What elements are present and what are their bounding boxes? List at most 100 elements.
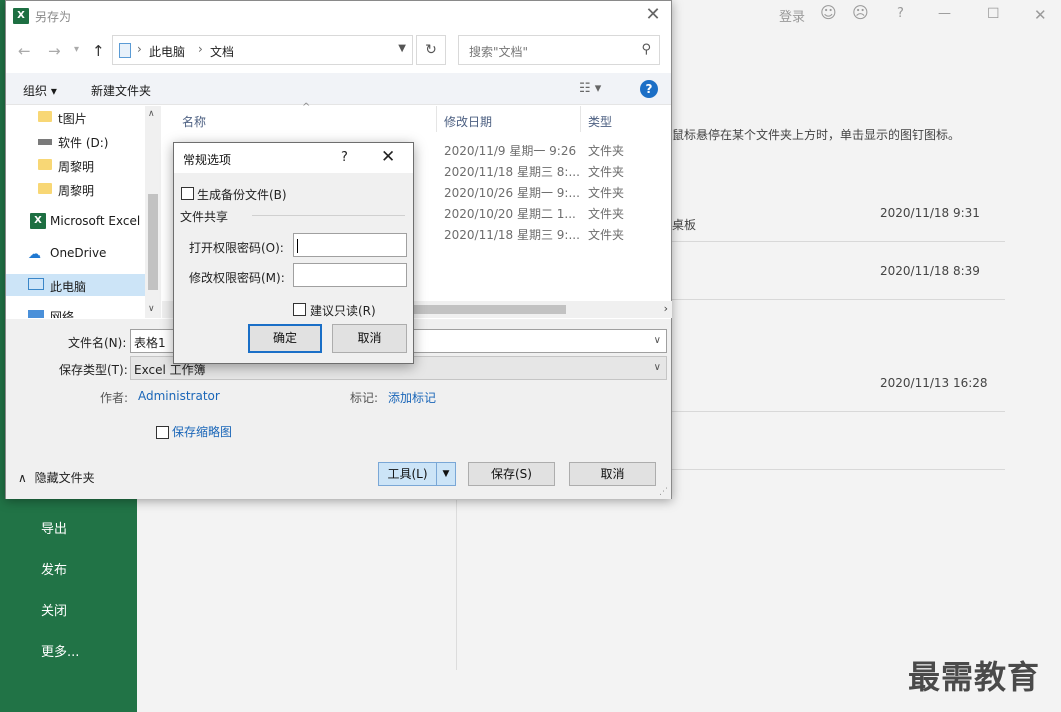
chevron-right-icon: › — [198, 42, 203, 56]
hide-folders-toggle[interactable]: ∧ 隐藏文件夹 — [18, 469, 95, 486]
file-type: 文件夹 — [588, 228, 625, 242]
frown-feedback-icon[interactable]: ☹ — [852, 3, 869, 22]
breadcrumb-documents[interactable]: 文档 — [210, 43, 234, 60]
login-link[interactable]: 登录 — [779, 6, 805, 25]
tree-item-label: 周黎明 — [58, 184, 95, 198]
organize-button[interactable]: 组织 ▾ — [23, 82, 57, 99]
dialog-title-bar: 常规选项 ? ✕ — [174, 143, 413, 173]
drive-icon — [38, 139, 52, 145]
back-arrow-icon[interactable]: ← — [18, 42, 31, 60]
nav-export[interactable]: 导出 — [41, 518, 67, 537]
help-icon[interactable]: ? — [640, 80, 658, 98]
pin-hint-text: 鼠标悬停在某个文件夹上方时，单击显示的图钉图标。 — [672, 128, 961, 142]
up-arrow-icon[interactable]: ↑ — [92, 42, 105, 60]
close-icon[interactable]: ✕ — [641, 4, 665, 28]
open-password-input[interactable] — [293, 233, 407, 257]
close-icon[interactable]: ✕ — [381, 147, 395, 167]
tree-item-folder[interactable]: 周黎明 — [6, 154, 145, 176]
dialog-title: 常规选项 — [183, 153, 232, 167]
filename-value: 表格1 — [134, 336, 166, 350]
save-thumbnail-checkbox[interactable] — [156, 426, 169, 439]
divider — [672, 241, 1005, 242]
tree-item-this-pc[interactable]: 此电脑 — [6, 274, 145, 296]
filetype-label: 保存类型(T): — [59, 363, 128, 377]
column-divider[interactable] — [580, 106, 581, 132]
forward-arrow-icon[interactable]: → — [48, 42, 61, 60]
tree-item-network[interactable]: 网络 — [6, 304, 145, 318]
chevron-down-icon[interactable]: ▼ — [436, 463, 455, 485]
scroll-right-icon[interactable]: › — [664, 302, 668, 315]
help-icon[interactable]: ? — [897, 6, 904, 21]
sort-ascending-icon: ^ — [302, 102, 311, 113]
scroll-thumb[interactable] — [148, 194, 158, 290]
close-window-icon[interactable]: ✕ — [1034, 6, 1047, 24]
recent-date: 2020/11/18 9:31 — [880, 206, 980, 220]
ok-button[interactable]: 确定 — [248, 324, 322, 353]
help-icon[interactable]: ? — [341, 150, 348, 165]
backup-checkbox[interactable] — [181, 187, 194, 200]
cancel-button[interactable]: 取消 — [569, 462, 656, 486]
chevron-up-icon: ∧ — [18, 471, 27, 485]
recent-date: 2020/11/18 8:39 — [880, 264, 980, 278]
tree-item-pictures[interactable]: t图片 — [6, 106, 145, 128]
column-type[interactable]: 类型 — [588, 113, 612, 130]
minimize-icon[interactable]: — — [938, 6, 951, 21]
refresh-button[interactable]: ↻ — [416, 35, 446, 65]
readonly-checkbox[interactable] — [293, 303, 306, 316]
divider — [672, 411, 1005, 412]
readonly-label[interactable]: 建议只读(R) — [310, 302, 376, 319]
tree-item-onedrive[interactable]: ☁ OneDrive — [6, 242, 145, 264]
tree-scrollbar[interactable]: ∧ ∨ — [145, 106, 161, 318]
group-divider — [252, 215, 405, 216]
author-link[interactable]: Administrator — [138, 389, 220, 403]
column-divider[interactable] — [436, 106, 437, 132]
tools-label: 工具(L) — [387, 467, 428, 481]
computer-icon — [119, 43, 131, 58]
smile-feedback-icon[interactable]: ☺ — [820, 3, 837, 22]
new-folder-button[interactable]: 新建文件夹 — [91, 82, 151, 99]
nav-more[interactable]: 更多... — [41, 641, 79, 660]
scroll-up-icon[interactable]: ∧ — [148, 109, 155, 119]
divider — [456, 500, 457, 670]
save-button[interactable]: 保存(S) — [468, 462, 555, 486]
add-tags-link[interactable]: 添加标记 — [388, 389, 436, 406]
tools-button[interactable]: 工具(L) ▼ — [378, 462, 456, 486]
recent-item-partial: 桌板 — [672, 218, 697, 232]
scroll-thumb[interactable] — [414, 305, 566, 314]
column-date[interactable]: 修改日期 — [444, 113, 492, 130]
modify-password-input[interactable] — [293, 263, 407, 287]
recent-locations-icon[interactable]: ▾ — [74, 44, 79, 55]
cancel-button[interactable]: 取消 — [332, 324, 407, 353]
chevron-down-icon[interactable]: ▼ — [398, 43, 406, 54]
divider — [672, 299, 1005, 300]
chevron-down-icon[interactable]: ∨ — [654, 335, 661, 346]
column-name[interactable]: 名称 — [182, 113, 206, 130]
tree-item-drive-d[interactable]: 软件 (D:) — [6, 130, 145, 152]
chevron-down-icon[interactable]: ∨ — [654, 362, 661, 373]
search-icon: ⚲ — [641, 42, 651, 57]
file-type: 文件夹 — [588, 186, 625, 200]
divider — [672, 469, 1005, 470]
tree-item-excel[interactable]: X Microsoft Excel — [6, 210, 145, 232]
save-thumbnail-label[interactable]: 保存缩略图 — [172, 423, 232, 440]
address-bar[interactable]: › 此电脑 › 文档 ▼ — [112, 35, 413, 65]
tree-item-folder[interactable]: 周黎明 — [6, 178, 145, 200]
backup-label[interactable]: 生成备份文件(B) — [197, 186, 287, 203]
tree-item-label: 周黎明 — [58, 160, 95, 174]
nav-close[interactable]: 关闭 — [41, 600, 67, 619]
view-options-icon[interactable]: ☷ ▾ — [579, 81, 601, 96]
resize-grip-icon[interactable]: ⋰ — [659, 487, 668, 497]
text-cursor — [297, 238, 298, 253]
scroll-down-icon[interactable]: ∨ — [148, 304, 155, 314]
command-bar: 组织 ▾ 新建文件夹 ☷ ▾ ? — [6, 73, 671, 105]
general-options-dialog: 常规选项 ? ✕ 生成备份文件(B) 文件共享 打开权限密码(O): 修改权限密… — [173, 142, 414, 364]
nav-publish[interactable]: 发布 — [41, 559, 67, 578]
search-input[interactable]: 搜索"文档" ⚲ — [458, 35, 660, 65]
file-date: 2020/11/18 星期三 8:... — [444, 165, 580, 179]
network-icon — [28, 310, 44, 318]
breadcrumb-this-pc[interactable]: 此电脑 — [149, 43, 185, 60]
author-label: 作者: — [100, 391, 129, 405]
excel-icon: X — [13, 8, 29, 24]
computer-icon — [28, 278, 44, 290]
maximize-icon[interactable]: ☐ — [987, 6, 1000, 22]
